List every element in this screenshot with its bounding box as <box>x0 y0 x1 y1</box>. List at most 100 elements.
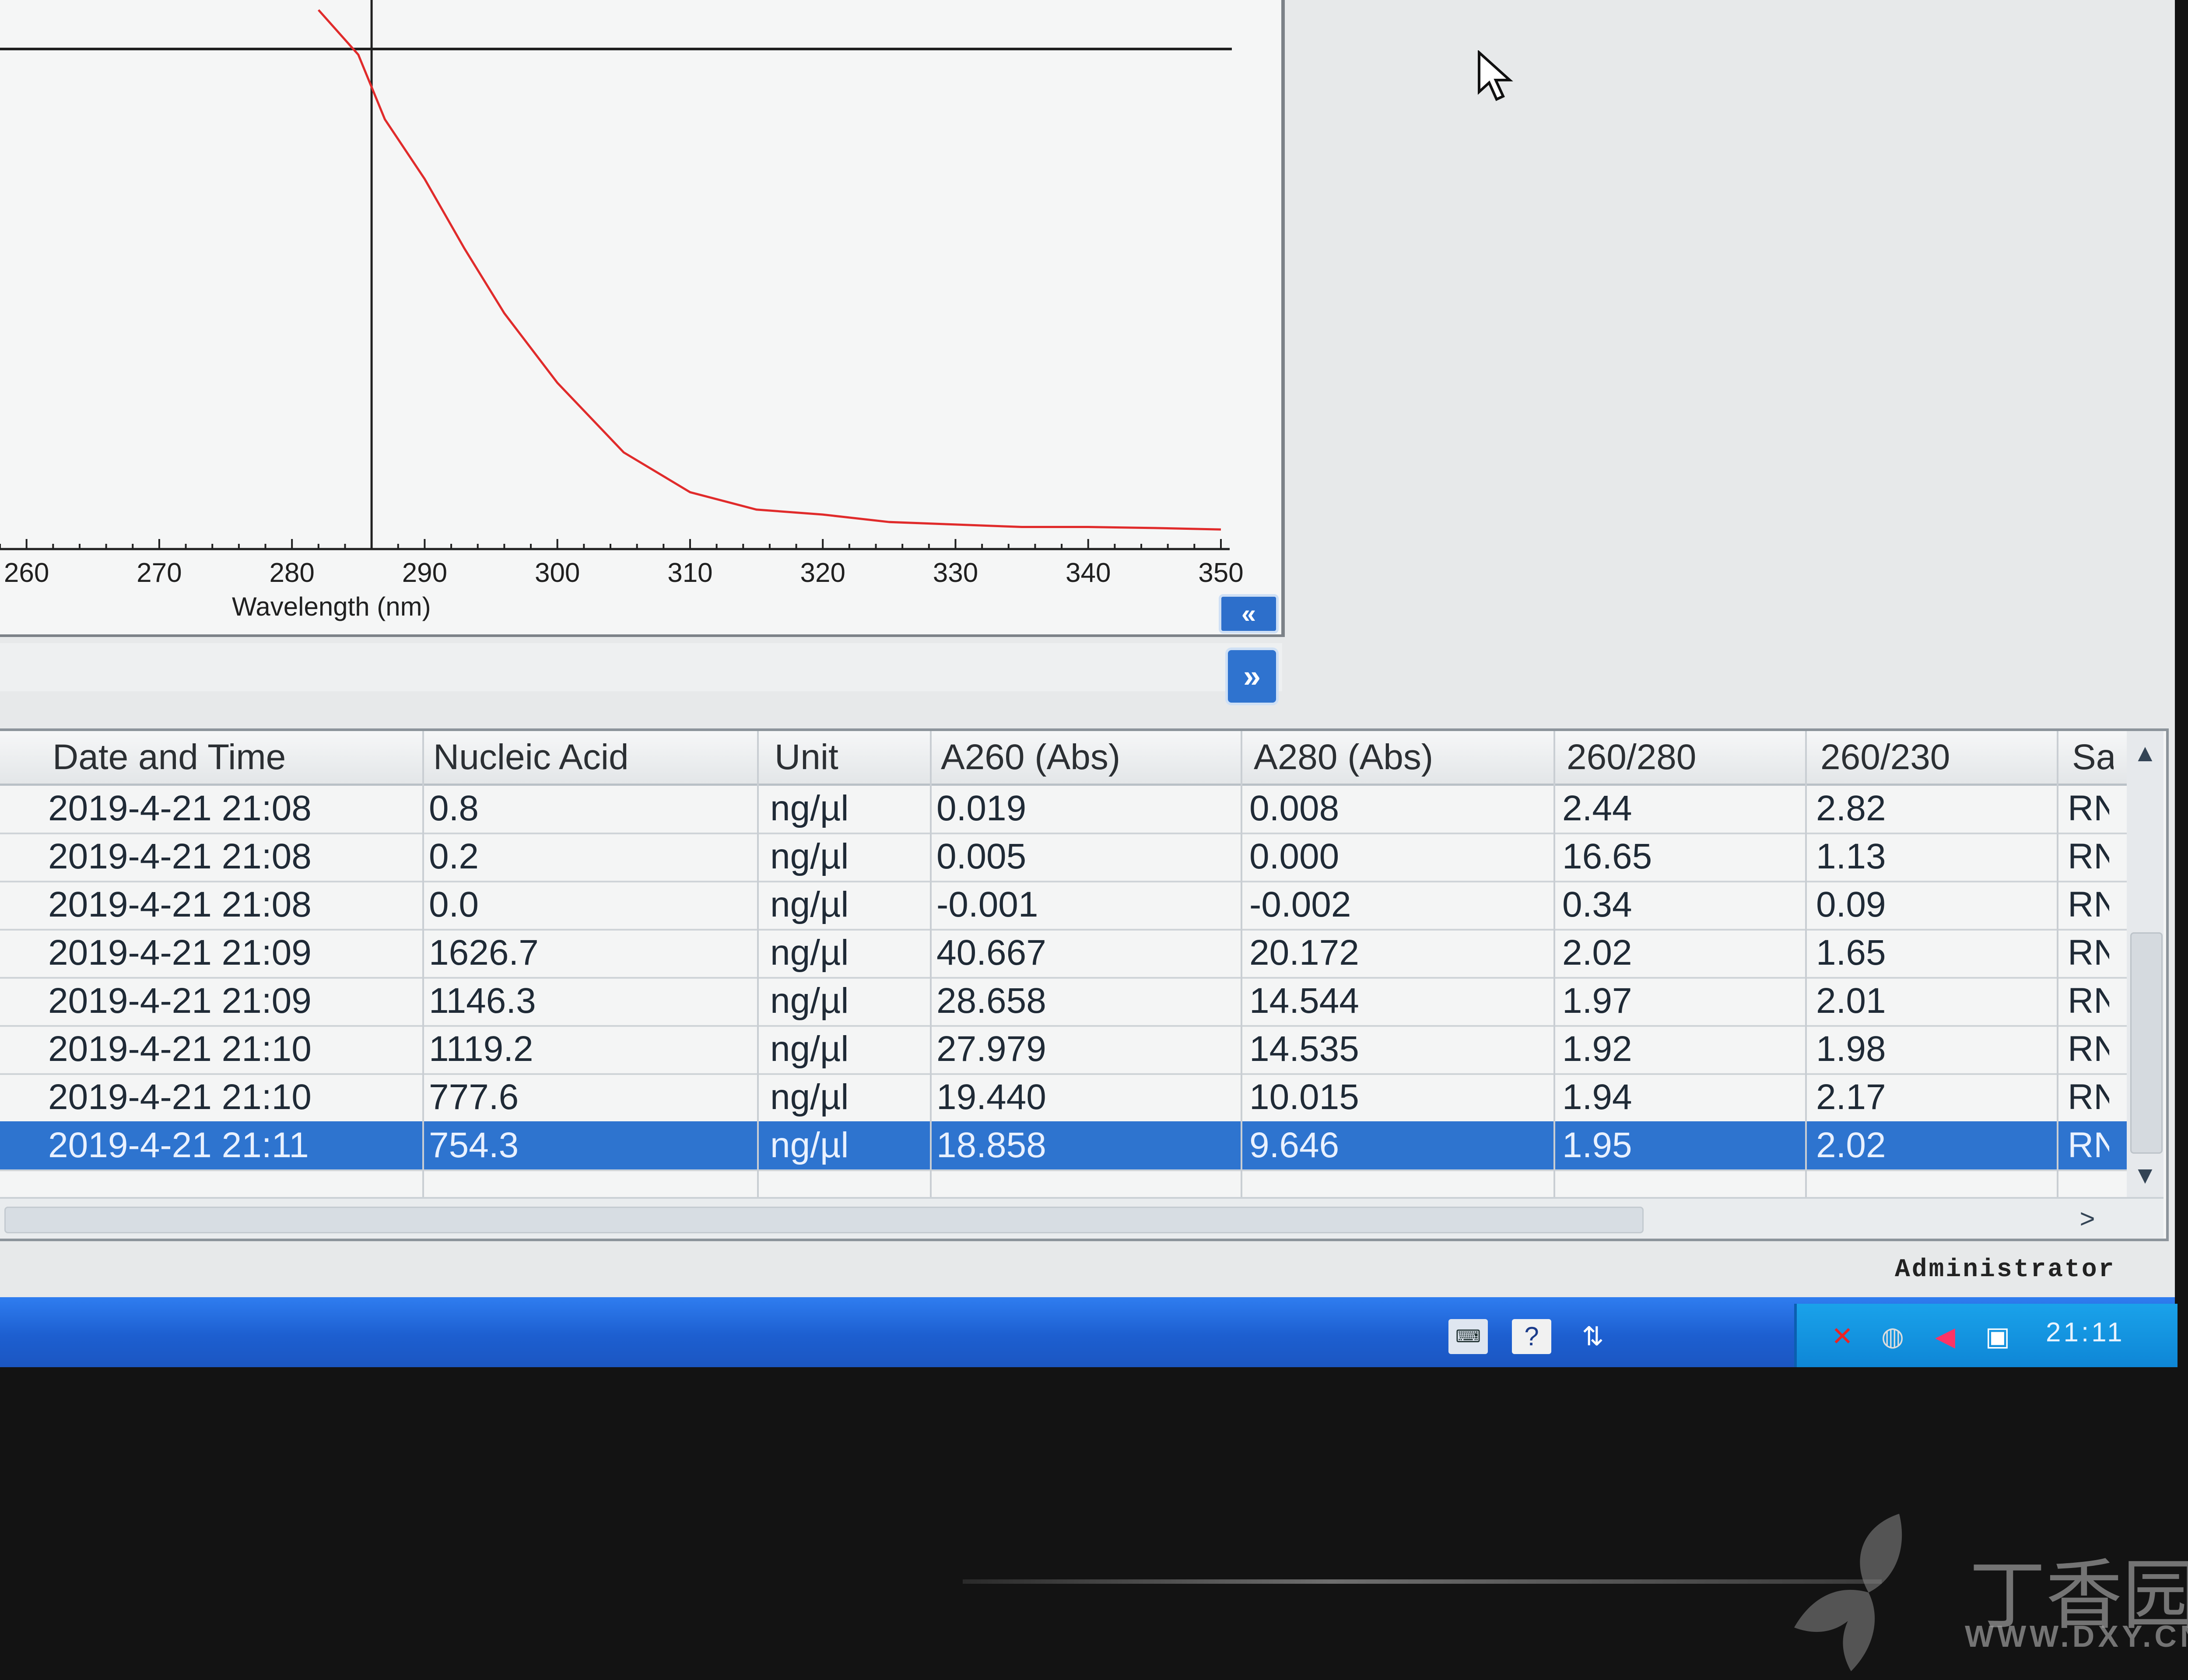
absorbance-curve <box>317 9 1221 531</box>
column-header[interactable]: Nucleic Acid <box>433 731 766 784</box>
table-cell: 0.8 <box>429 788 479 828</box>
sound-device-icon[interactable]: ◍ <box>1873 1319 1912 1354</box>
table-header: Date and Time Nucleic Acid Unit A260 (Abs) A… <box>0 731 2131 786</box>
x-tick-label: 300 <box>535 558 580 588</box>
table-cell: RN <box>2068 885 2109 924</box>
table-cell: 0.005 <box>936 836 1027 876</box>
x-tick-label: 330 <box>933 558 978 588</box>
table-cell: 14.544 <box>1249 981 1359 1021</box>
table-cell: 1.13 <box>1816 836 1886 876</box>
table-cell: RN <box>2068 836 2109 876</box>
table-row[interactable]: 2019-4-21 21:10 1119.2 ng/µl 27.979 14.535 1.… <box>0 1025 2131 1075</box>
table-cell: RN <box>2068 981 2109 1021</box>
x-tick-label: 320 <box>800 558 845 588</box>
table-cell: 0.008 <box>1249 788 1339 828</box>
column-divider <box>2057 731 2058 1197</box>
table-cell: 1.95 <box>1562 1125 1632 1165</box>
taskbar-clock: 21:11 <box>2046 1317 2125 1348</box>
table-cell: -0.001 <box>936 885 1038 924</box>
table-cell: RN <box>2068 1125 2109 1165</box>
table-cell: 2.82 <box>1816 788 1886 828</box>
table-cell: 1146.3 <box>429 981 536 1021</box>
app-screen: 260 270 280 290 300 310 320 330 340 350 Wavelengt… <box>0 0 2175 1367</box>
horizontal-scrollbar[interactable]: > <box>0 1197 2163 1238</box>
speaker-icon[interactable]: ◀ <box>1925 1319 1965 1354</box>
results-table[interactable]: Date and Time Nucleic Acid Unit A260 (Abs) A… <box>0 728 2169 1241</box>
leaf-logo-icon <box>1794 1514 1902 1671</box>
table-row[interactable]: 2019-4-21 21:08 0.2 ng/µl 0.005 0.000 16.65 1.… <box>0 833 2131 882</box>
chart-separator <box>0 643 1282 691</box>
status-user: Administrator <box>1895 1256 2116 1284</box>
horizontal-scroll-thumb[interactable] <box>4 1207 1644 1233</box>
x-tick-label: 310 <box>667 558 712 588</box>
network-icon[interactable]: ⇅ <box>1580 1319 1606 1354</box>
monitor-icon[interactable]: ▣ <box>1978 1319 2017 1354</box>
scroll-right-icon[interactable]: > <box>2065 1201 2109 1236</box>
table-cell: 0.09 <box>1816 885 1886 924</box>
column-divider <box>757 731 759 1197</box>
table-cell: -0.002 <box>1249 885 1351 924</box>
column-divider <box>422 731 424 1197</box>
column-divider <box>930 731 932 1197</box>
table-cell: 0.34 <box>1562 885 1632 924</box>
help-icon[interactable]: ? <box>1512 1319 1551 1354</box>
table-cell: 40.667 <box>936 933 1046 973</box>
vertical-scrollbar[interactable]: ▲ ▼ <box>2127 731 2163 1197</box>
column-header[interactable]: 260/280 <box>1567 731 1812 784</box>
table-cell: 2.01 <box>1816 981 1886 1021</box>
column-header[interactable]: Unit <box>775 731 932 784</box>
table-cell: 777.6 <box>429 1077 519 1117</box>
expand-panel-button[interactable]: » <box>1225 648 1279 705</box>
table-cell: ng/µl <box>770 1029 849 1069</box>
vertical-scroll-thumb[interactable] <box>2130 932 2163 1154</box>
safely-remove-icon[interactable]: ✕ <box>1823 1319 1862 1354</box>
table-cell: ng/µl <box>770 1077 849 1117</box>
collapse-chart-button[interactable]: « <box>1219 594 1279 634</box>
table-cell: 2019-4-21 21:08 <box>48 836 312 876</box>
column-divider <box>1241 731 1242 1197</box>
table-row[interactable]: 2019-4-21 21:08 0.8 ng/µl 0.019 0.008 2.44 2.8… <box>0 784 2131 834</box>
table-cell: RN <box>2068 788 2109 828</box>
x-tick-label: 280 <box>269 558 314 588</box>
table-cell: 0.000 <box>1249 836 1339 876</box>
column-header[interactable]: 260/230 <box>1820 731 2063 784</box>
table-row[interactable]: 2019-4-21 21:09 1626.7 ng/µl 40.667 20.172 2.… <box>0 929 2131 979</box>
column-header[interactable]: A260 (Abs) <box>941 731 1245 784</box>
scroll-down-icon[interactable]: ▼ <box>2129 1158 2161 1193</box>
table-cell: ng/µl <box>770 981 849 1021</box>
table-cell: 1119.2 <box>429 1029 533 1069</box>
table-cell: 1.97 <box>1562 981 1632 1021</box>
table-cell: 2019-4-21 21:11 <box>48 1125 309 1165</box>
table-cell: 1.65 <box>1816 933 1886 973</box>
table-cell: 1.98 <box>1816 1029 1886 1069</box>
table-cell: ng/µl <box>770 1125 849 1165</box>
table-cell: ng/µl <box>770 933 849 973</box>
table-cell: RN <box>2068 1029 2109 1069</box>
column-header[interactable]: A280 (Abs) <box>1254 731 1558 784</box>
table-cell: 2.02 <box>1562 933 1632 973</box>
table-cell: 16.65 <box>1562 836 1652 876</box>
keyboard-icon[interactable]: ⌨ <box>1448 1319 1488 1354</box>
table-cell: 2.02 <box>1816 1125 1886 1165</box>
table-row[interactable]: 2019-4-21 21:10 777.6 ng/µl 19.440 10.015 1.9… <box>0 1073 2131 1123</box>
table-cell: 19.440 <box>936 1077 1046 1117</box>
table-cell: 2019-4-21 21:10 <box>48 1029 312 1069</box>
table-cell: 9.646 <box>1249 1125 1339 1165</box>
spectrum-chart: 260 270 280 290 300 310 320 330 340 350 Wavelengt… <box>0 0 1285 637</box>
table-cell: 0.0 <box>429 885 479 924</box>
table-row[interactable]: 2019-4-21 21:09 1146.3 ng/µl 28.658 14.544 1.… <box>0 977 2131 1027</box>
table-cell: ng/µl <box>770 885 849 924</box>
table-cell: 27.979 <box>936 1029 1046 1069</box>
scroll-up-icon[interactable]: ▲ <box>2129 735 2161 770</box>
table-cell: 1.94 <box>1562 1077 1632 1117</box>
column-header[interactable]: Sa <box>2072 731 2114 784</box>
mouse-pointer-icon <box>1478 50 1513 102</box>
table-row[interactable]: 2019-4-21 21:08 0.0 ng/µl -0.001 -0.002 0.34 0… <box>0 881 2131 931</box>
column-header[interactable]: Date and Time <box>53 731 424 784</box>
watermark-url: WWW.DXY.CN <box>1965 1619 2188 1653</box>
table-row-selected[interactable]: 2019-4-21 21:11 754.3 ng/µl 18.858 9.646 1.95… <box>0 1121 2131 1171</box>
spectrum-plot: 260 270 280 290 300 310 320 330 340 350 <box>0 0 1244 588</box>
monitor-bezel-highlight <box>963 1579 1882 1584</box>
table-cell: ng/µl <box>770 836 849 876</box>
table-cell: 2019-4-21 21:09 <box>48 981 312 1021</box>
